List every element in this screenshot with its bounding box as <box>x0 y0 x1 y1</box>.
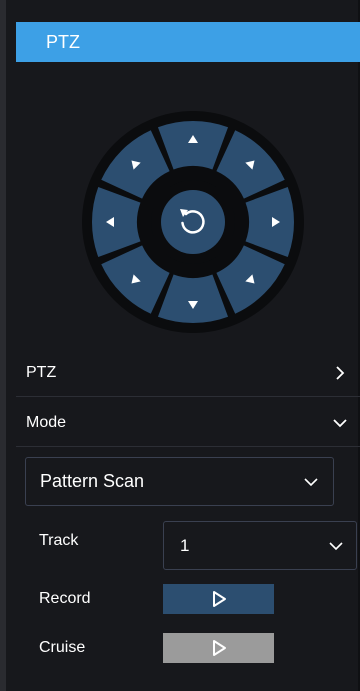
dial-svg <box>82 111 304 333</box>
ptz-direction-dial <box>81 110 305 334</box>
cruise-label: Cruise <box>39 639 86 656</box>
track-select[interactable]: 1 <box>163 521 357 570</box>
record-label: Record <box>39 590 91 607</box>
chevron-down-icon <box>329 541 343 550</box>
ptz-header-title: PTZ <box>46 31 80 52</box>
dial-center-button[interactable] <box>161 190 225 254</box>
ptz-section-row[interactable]: PTZ <box>16 350 360 397</box>
mode-select[interactable]: Pattern Scan <box>25 457 334 506</box>
mode-select-value: Pattern Scan <box>40 471 145 491</box>
record-play-button[interactable] <box>163 584 274 614</box>
ptz-header: PTZ <box>16 22 360 62</box>
chevron-down-icon <box>304 477 318 486</box>
chevron-down-icon <box>333 419 347 428</box>
chevron-right-icon <box>336 366 345 380</box>
mode-section-row[interactable]: Mode <box>16 400 360 447</box>
track-select-value: 1 <box>180 535 190 555</box>
mode-section-label: Mode <box>26 414 67 431</box>
cruise-play-button[interactable] <box>163 633 274 663</box>
play-icon <box>212 640 226 656</box>
play-icon <box>212 591 226 607</box>
ptz-section-label: PTZ <box>26 364 57 381</box>
track-label: Track <box>39 532 79 549</box>
